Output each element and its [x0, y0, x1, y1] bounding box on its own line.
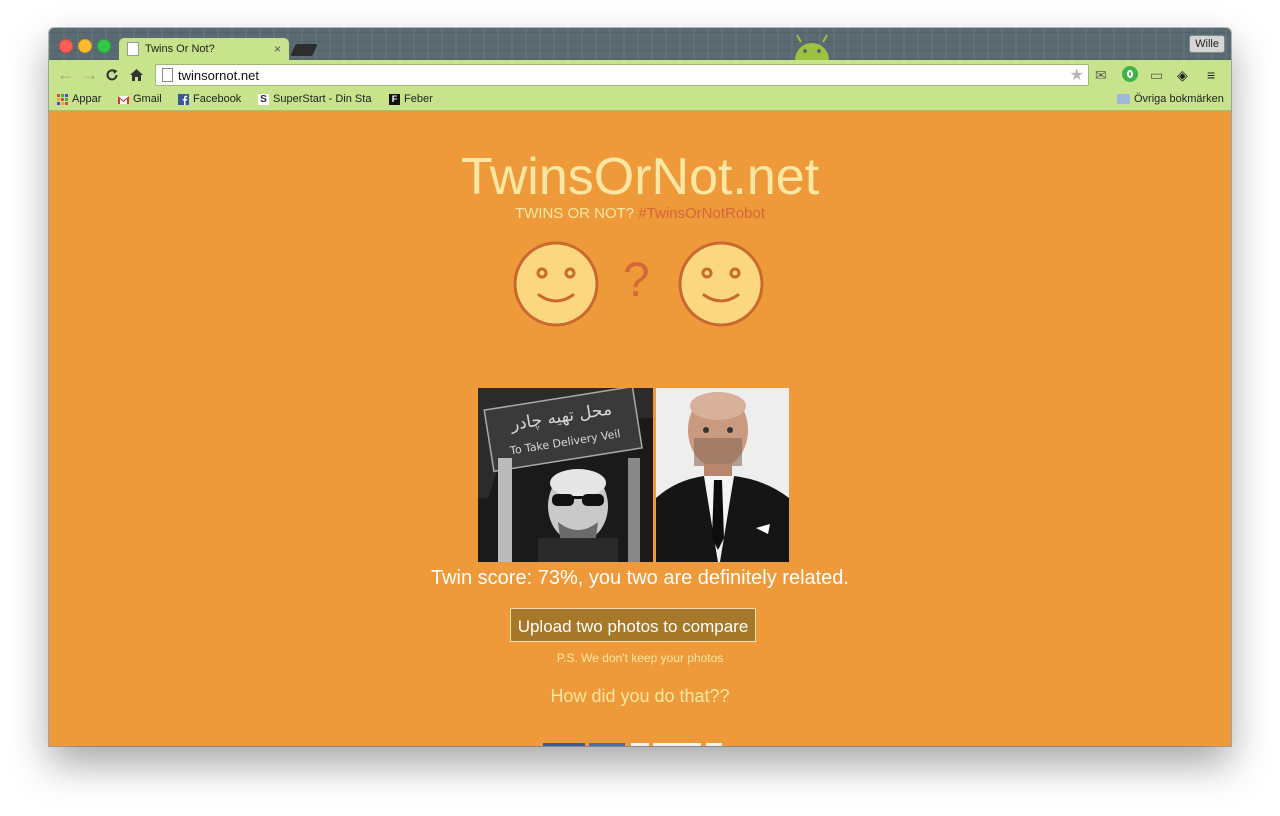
- address-bar[interactable]: twinsornot.net ★: [155, 64, 1089, 86]
- url-text[interactable]: twinsornot.net: [178, 68, 259, 83]
- bookmark-label: SuperStart - Din Sta: [273, 93, 372, 105]
- bookmark-facebook[interactable]: Facebook: [178, 93, 241, 105]
- apps-grid-icon: [57, 93, 68, 105]
- facebook-icon: [178, 93, 189, 105]
- page-icon: [162, 68, 173, 82]
- how-it-works-link[interactable]: How did you do that??: [49, 686, 1231, 707]
- site-title: TwinsOrNot.net: [460, 148, 820, 206]
- folder-icon: [1117, 94, 1130, 104]
- hashtag-link[interactable]: #TwinsOrNotRobot: [638, 205, 765, 222]
- uploaded-photo-right: [656, 388, 789, 562]
- tab-title: Twins Or Not?: [145, 43, 215, 55]
- smiley-face-right-icon: [678, 241, 764, 327]
- green-extension-icon[interactable]: [1122, 66, 1138, 82]
- superstart-icon: S: [258, 93, 269, 105]
- other-bookmarks-folder[interactable]: Övriga bokmärken: [1117, 93, 1224, 105]
- bookmarks-bar: Appar Gmail Facebook S SuperStart - Din …: [49, 90, 1231, 111]
- page-content: TwinsOrNot.net TWINS OR NOT? #TwinsOrNot…: [49, 111, 1231, 746]
- tweet-button[interactable]: [653, 743, 701, 746]
- facebook-like-button[interactable]: [589, 743, 625, 746]
- bookmark-superstart[interactable]: S SuperStart - Din Sta: [258, 93, 376, 105]
- privacy-note: P.S. We don't keep your photos: [556, 651, 724, 665]
- title-bar: Twins Or Not? × Wille: [49, 28, 1231, 60]
- bookmark-star-icon[interactable]: ★: [1070, 65, 1084, 85]
- share-button[interactable]: [631, 743, 649, 746]
- bookmark-appar[interactable]: Appar: [57, 93, 101, 105]
- browser-toolbar: ← → twinsornot.net ★ ✉ ▭ ◈ ≡: [49, 60, 1231, 90]
- tab-close-icon[interactable]: ×: [274, 42, 281, 56]
- close-window-button[interactable]: [59, 39, 73, 53]
- question-mark: ?: [623, 254, 650, 307]
- bookmark-gmail[interactable]: Gmail: [118, 93, 162, 105]
- forward-arrow-icon[interactable]: →: [81, 65, 98, 85]
- minimize-window-button[interactable]: [78, 39, 92, 53]
- feber-icon: F: [389, 93, 400, 105]
- bookmark-label: Gmail: [133, 93, 162, 105]
- menu-icon[interactable]: ≡: [1207, 66, 1215, 84]
- gmail-icon: [118, 95, 129, 104]
- bookmark-feber[interactable]: F Feber: [389, 93, 433, 105]
- plus-button[interactable]: [706, 743, 722, 746]
- profile-button[interactable]: Wille: [1189, 35, 1225, 53]
- smiley-face-left-icon: [513, 241, 599, 327]
- zoom-window-button[interactable]: [97, 39, 111, 53]
- upload-photos-button[interactable]: Upload two photos to compare: [510, 608, 756, 642]
- reload-icon[interactable]: [105, 65, 119, 87]
- other-bookmarks-label: Övriga bokmärken: [1134, 93, 1224, 105]
- android-theme-icon: [795, 34, 829, 60]
- twin-score-text: Twin score: 73%, you two are definitely …: [431, 567, 849, 589]
- bookmark-label: Feber: [404, 93, 433, 105]
- facebook-share-button[interactable]: [543, 743, 585, 746]
- back-arrow-icon[interactable]: ←: [57, 65, 74, 85]
- new-tab-button[interactable]: [290, 44, 318, 56]
- bookmark-label: Appar: [72, 93, 102, 105]
- subtitle-text: TWINS OR NOT?: [514, 205, 635, 222]
- browser-window: Twins Or Not? × Wille ← → twinsornot.net…: [49, 28, 1231, 746]
- layers-extension-icon[interactable]: ◈: [1177, 66, 1188, 84]
- cast-icon[interactable]: ▭: [1150, 66, 1163, 84]
- page-favicon-icon: [127, 42, 139, 56]
- mail-extension-icon[interactable]: ✉: [1095, 66, 1107, 84]
- home-icon[interactable]: [129, 65, 144, 87]
- bookmark-label: Facebook: [193, 93, 242, 105]
- browser-tab[interactable]: Twins Or Not? ×: [119, 38, 289, 60]
- site-subtitle: TWINS OR NOT? #TwinsOrNotRobot: [49, 205, 1231, 222]
- uploaded-photo-left: محل تهيه چادر To Take Delivery Veil: [478, 388, 653, 562]
